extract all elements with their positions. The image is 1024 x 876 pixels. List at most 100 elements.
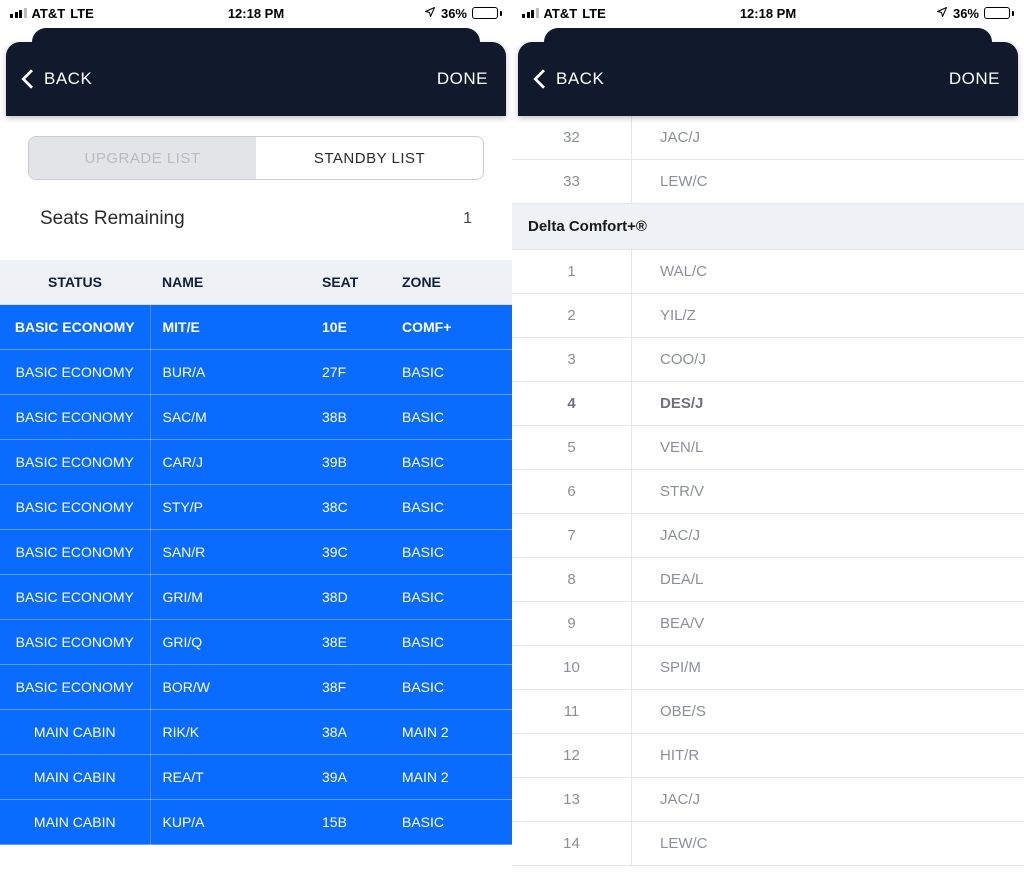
table-row[interactable]: MAIN CABINRIK/K38AMAIN 2 [0,710,512,755]
list-item[interactable]: 4DES/J [512,382,1024,426]
cell-status: MAIN CABIN [0,755,150,800]
table-row[interactable]: BASIC ECONOMYSAC/M38BBASIC [0,395,512,440]
list-item[interactable]: 13JAC/J [512,778,1024,822]
list-item[interactable]: 32JAC/J [512,116,1024,160]
list-item-rank: 10 [512,646,632,689]
list-item-rank: 9 [512,602,632,645]
list-item-rank: 12 [512,734,632,777]
list-item-rank: 11 [512,690,632,733]
table-row[interactable]: BASIC ECONOMYBUR/A27FBASIC [0,350,512,395]
list-item[interactable]: 7JAC/J [512,514,1024,558]
list-item[interactable]: 14LEW/C [512,822,1024,866]
cell-name: GRI/Q [150,620,310,665]
tab-upgrade-list[interactable]: UPGRADE LIST [29,137,256,179]
list-item-name: VEN/L [632,426,1024,469]
list-item[interactable]: 1WAL/C [512,250,1024,294]
cell-seat: 27F [310,350,390,395]
cell-seat: 38B [310,395,390,440]
cell-status: BASIC ECONOMY [0,350,150,395]
cell-zone: BASIC [390,440,512,485]
back-button[interactable]: BACK [24,69,92,89]
table-row[interactable]: MAIN CABINKUP/A15BBASIC [0,800,512,845]
done-button[interactable]: DONE [949,69,1000,89]
col-seat: SEAT [310,260,390,305]
carrier-label: AT&T [544,6,578,21]
table-row[interactable]: BASIC ECONOMYCAR/J39BBASIC [0,440,512,485]
list-item-rank: 13 [512,778,632,821]
cell-name: SAN/R [150,530,310,575]
back-label: BACK [44,69,92,89]
cell-zone: COMF+ [390,305,512,350]
table-row[interactable]: BASIC ECONOMYBOR/W38FBASIC [0,665,512,710]
status-bar: AT&T LTE 12:18 PM 36% [512,0,1024,26]
section-header-comfort-plus: Delta Comfort+® [512,204,1024,250]
list-item-name: YIL/Z [632,294,1024,337]
cell-zone: BASIC [390,530,512,575]
standby-table: STATUS NAME SEAT ZONE BASIC ECONOMYMIT/E… [0,260,512,845]
cell-status: MAIN CABIN [0,710,150,755]
done-button[interactable]: DONE [437,69,488,89]
cell-name: SAC/M [150,395,310,440]
upgrade-list[interactable]: 32JAC/J33LEW/C Delta Comfort+® 1WAL/C2YI… [512,116,1024,866]
list-item[interactable]: 12HIT/R [512,734,1024,778]
list-item-rank: 32 [512,116,632,159]
cell-name: CAR/J [150,440,310,485]
cell-name: MIT/E [150,305,310,350]
cell-status: MAIN CABIN [0,800,150,845]
list-item[interactable]: 8DEA/L [512,558,1024,602]
table-row[interactable]: BASIC ECONOMYGRI/Q38EBASIC [0,620,512,665]
col-status: STATUS [0,260,150,305]
list-item-rank: 8 [512,558,632,601]
list-item-rank: 5 [512,426,632,469]
cell-name: REA/T [150,755,310,800]
nav-bar: BACK DONE [0,28,512,116]
table-row[interactable]: BASIC ECONOMYSAN/R39CBASIC [0,530,512,575]
cell-status: BASIC ECONOMY [0,485,150,530]
segmented-control: UPGRADE LIST STANDBY LIST [28,136,484,180]
back-button[interactable]: BACK [536,69,604,89]
table-row[interactable]: MAIN CABINREA/T39AMAIN 2 [0,755,512,800]
list-item[interactable]: 6STR/V [512,470,1024,514]
tab-standby-list[interactable]: STANDBY LIST [256,137,483,179]
list-item[interactable]: 9BEA/V [512,602,1024,646]
list-item[interactable]: 10SPI/M [512,646,1024,690]
list-item-rank: 7 [512,514,632,557]
cell-status: BASIC ECONOMY [0,620,150,665]
cell-name: GRI/M [150,575,310,620]
cell-zone: BASIC [390,485,512,530]
cell-name: BUR/A [150,350,310,395]
cell-status: BASIC ECONOMY [0,440,150,485]
list-item-name: BEA/V [632,602,1024,645]
list-item-name: SPI/M [632,646,1024,689]
list-item-name: JAC/J [632,778,1024,821]
list-item[interactable]: 3COO/J [512,338,1024,382]
list-item[interactable]: 5VEN/L [512,426,1024,470]
list-item-name: DES/J [632,382,1024,425]
list-item-name: JAC/J [632,514,1024,557]
table-row[interactable]: BASIC ECONOMYMIT/E10ECOMF+ [0,305,512,350]
col-zone: ZONE [390,260,512,305]
list-item-name: HIT/R [632,734,1024,777]
cell-zone: MAIN 2 [390,755,512,800]
back-label: BACK [556,69,604,89]
cell-seat: 38C [310,485,390,530]
cell-status: BASIC ECONOMY [0,395,150,440]
cell-seat: 10E [310,305,390,350]
table-row[interactable]: BASIC ECONOMYSTY/P38CBASIC [0,485,512,530]
seats-remaining: Seats Remaining 1 [0,190,512,260]
list-item-rank: 33 [512,160,632,203]
phone-right: AT&T LTE 12:18 PM 36% BACK [512,0,1024,876]
nav-bar: BACK DONE [512,28,1024,116]
col-name: NAME [150,260,310,305]
cell-name: RIK/K [150,710,310,755]
table-row[interactable]: BASIC ECONOMYGRI/M38DBASIC [0,575,512,620]
battery-icon [472,7,502,19]
list-item[interactable]: 2YIL/Z [512,294,1024,338]
cell-seat: 15B [310,800,390,845]
list-item-name: WAL/C [632,250,1024,293]
list-item-rank: 4 [512,382,632,425]
battery-pct-label: 36% [441,6,467,21]
location-icon [936,6,948,21]
list-item[interactable]: 11OBE/S [512,690,1024,734]
list-item[interactable]: 33LEW/C [512,160,1024,204]
